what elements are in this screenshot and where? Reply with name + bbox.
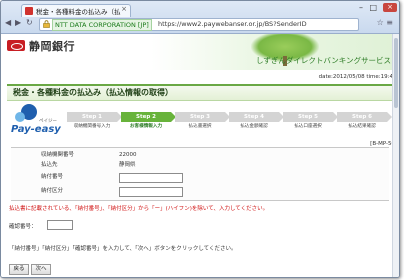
payeasy-logo: ペイジー Pay-easy [9, 104, 63, 144]
form-row: 納付番号 [11, 171, 389, 183]
field-label: 払込先 [41, 162, 58, 168]
next-button[interactable]: 次へ [31, 264, 51, 275]
url-text[interactable]: https://www2.paywebanser.or.jp/BS?Sender… [158, 19, 307, 29]
step-6: Step 6 [337, 112, 392, 122]
favicon-icon [25, 7, 33, 15]
address-bar[interactable]: NTT DATA CORPORATION [JP] https://www2.p… [39, 18, 359, 31]
step-2-name: お客様情報入力 [129, 124, 163, 129]
scrollbar-thumb[interactable] [394, 38, 398, 108]
window-close-icon[interactable]: × [383, 3, 397, 12]
ssl-identity-badge[interactable]: NTT DATA CORPORATION [JP] [52, 19, 152, 31]
step-5: Step 5 [283, 112, 338, 122]
vertical-scrollbar[interactable] [392, 34, 399, 277]
bank-name: 静岡銀行 [29, 40, 75, 53]
page-title: 税金・各種料金の払込み（払込情報の取得） [13, 88, 173, 97]
minimize-icon[interactable]: – [359, 3, 363, 12]
step-2: Step 2 [121, 112, 176, 122]
back-button[interactable]: 戻る [9, 264, 29, 275]
step-6-name: 払込結果確認 [348, 124, 376, 129]
payment-number-input[interactable] [119, 173, 183, 183]
payment-category-input[interactable] [119, 187, 183, 197]
step-4-name: 払込金額確認 [240, 124, 268, 129]
tools-icon[interactable]: ☆ ≡ [377, 18, 393, 27]
payeasy-text: Pay-easy [11, 124, 61, 135]
step-4: Step 4 [229, 112, 284, 122]
step-5-name: 払込口座選択 [294, 124, 322, 129]
step-1-name: 収納機関番号入力 [73, 124, 111, 129]
input-warning: 払込書に記載されている、「納付番号」、「納付区分」から「ー」(ハイフン)を除いて… [9, 206, 269, 212]
back-nav-icon[interactable]: ◀ [5, 18, 11, 27]
maximize-icon[interactable]: □ [369, 3, 377, 12]
step-indicator: Step 1 Step 2 Step 3 Step 4 Step 5 Step … [67, 112, 392, 132]
payment-form: 収納機関番号 22000 払込先 静岡県 納付番号 納付区分 [11, 147, 389, 201]
bank-tagline: しずぎんダイレクトバンキングサービス [256, 56, 391, 65]
browser-window: 税金・各種料金の払込み（払 × – □ × ◀ ▶ ↻ NTT DATA COR… [0, 0, 400, 278]
payeasy-mark-accent [15, 112, 25, 122]
tab-close-icon[interactable]: × [121, 5, 127, 13]
form-row: 払込先 静岡県 [11, 159, 389, 171]
web-page: 静岡銀行 しずぎんダイレクトバンキングサービス date:2012/05/08 … [1, 34, 399, 277]
step-3: Step 3 [175, 112, 230, 122]
lock-icon [43, 20, 50, 28]
form-row: 納付区分 [11, 185, 389, 197]
reload-icon[interactable]: ↻ [26, 18, 33, 27]
tab-title: 税金・各種料金の払込み（払 [36, 8, 121, 16]
instruction-text: 「納付番号」「納付区分」「確認番号」を入力して、「次へ」ボタンをクリックしてくだ… [9, 246, 237, 252]
browser-chrome: 税金・各種料金の払込み（払 × – □ × ◀ ▶ ↻ NTT DATA COR… [1, 1, 399, 34]
step-3-name: 払込書選択 [188, 124, 212, 129]
page-header: 税金・各種料金の払込み（払込情報の取得） [7, 84, 395, 101]
date-time: date:2012/05/08 time:19:4 [318, 74, 393, 80]
field-label: 納付番号 [41, 174, 64, 180]
confirm-number-input[interactable] [47, 220, 73, 230]
field-value: 静岡県 [119, 162, 136, 168]
step-1: Step 1 [67, 112, 122, 122]
confirm-number-label: 確認番号： [9, 224, 37, 230]
forward-nav-icon[interactable]: ▶ [15, 18, 21, 27]
bank-banner: 静岡銀行 しずぎんダイレクトバンキングサービス [1, 34, 399, 70]
bank-logo-icon [7, 40, 25, 51]
browser-tab[interactable]: 税金・各種料金の払込み（払 × [21, 4, 131, 17]
field-label: 納付区分 [41, 188, 64, 194]
